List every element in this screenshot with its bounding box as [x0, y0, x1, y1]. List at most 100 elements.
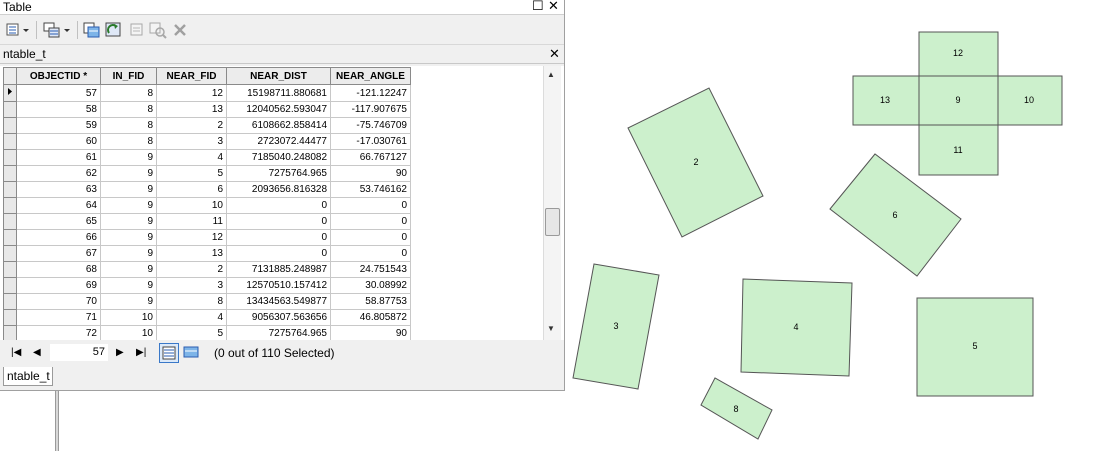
attribute-grid[interactable]: OBJECTID * IN_FID NEAR_FID NEAR_DIST NEA… — [0, 66, 564, 340]
table-cell[interactable]: 5 — [156, 165, 227, 182]
select-by-attributes-button[interactable] — [82, 21, 102, 39]
table-cell[interactable]: 9056307.563656 — [226, 309, 331, 326]
table-cell[interactable]: 0 — [330, 245, 411, 262]
table-cell[interactable]: 65 — [16, 213, 101, 230]
table-cell[interactable]: 60 — [16, 133, 101, 150]
table-cell[interactable]: 0 — [226, 197, 331, 214]
column-header[interactable]: NEAR_ANGLE — [330, 67, 411, 85]
table-cell[interactable]: 9 — [100, 149, 157, 166]
table-row[interactable]: 64 9 10 0 0 — [3, 197, 411, 214]
table-cell[interactable]: 7275764.965 — [226, 325, 331, 340]
table-cell[interactable]: 62 — [16, 165, 101, 182]
row-selector[interactable] — [3, 277, 17, 294]
table-cell[interactable]: 12570510.157412 — [226, 277, 331, 294]
table-cell[interactable]: 9 — [100, 261, 157, 278]
table-cell[interactable]: 68 — [16, 261, 101, 278]
table-cell[interactable]: 7131885.248987 — [226, 261, 331, 278]
table-cell[interactable]: 67 — [16, 245, 101, 262]
splitter-bar[interactable] — [55, 391, 59, 451]
table-cell[interactable]: 9 — [100, 165, 157, 182]
delete-selected-button[interactable] — [171, 21, 189, 39]
table-cell[interactable]: 0 — [330, 197, 411, 214]
last-record-icon[interactable]: ▶| — [136, 346, 146, 360]
table-cell[interactable]: 0 — [226, 229, 331, 246]
table-row[interactable]: 59 8 2 6108662.858414 -75.746709 — [3, 117, 411, 134]
table-cell[interactable]: 66 — [16, 229, 101, 246]
table-cell[interactable]: 12 — [156, 84, 227, 102]
scroll-up-icon[interactable]: ▲ — [547, 70, 555, 79]
table-cell[interactable]: 0 — [330, 229, 411, 246]
row-selector[interactable] — [3, 84, 17, 102]
table-cell[interactable]: 4 — [156, 309, 227, 326]
row-selector[interactable] — [3, 309, 17, 326]
table-cell[interactable]: 9 — [100, 245, 157, 262]
bottom-table-tab[interactable]: ntable_t — [3, 367, 53, 386]
row-selector[interactable] — [3, 165, 17, 182]
table-cell[interactable]: 63 — [16, 181, 101, 198]
show-all-records-button[interactable] — [159, 343, 179, 363]
table-cell[interactable]: 9 — [100, 197, 157, 214]
row-selector[interactable] — [3, 293, 17, 310]
table-cell[interactable]: 0 — [226, 245, 331, 262]
table-cell[interactable]: 9 — [100, 229, 157, 246]
table-row[interactable]: 70 9 8 13434563.549877 58.87753 — [3, 293, 411, 310]
table-cell[interactable]: 10 — [100, 309, 157, 326]
table-cell[interactable]: 13 — [156, 101, 227, 118]
restore-icon[interactable]: ☐ — [532, 0, 544, 13]
table-row[interactable]: 69 9 3 12570510.157412 30.08992 — [3, 277, 411, 294]
table-row[interactable]: 71 10 4 9056307.563656 46.805872 — [3, 309, 411, 326]
table-cell[interactable]: 9 — [100, 277, 157, 294]
table-cell[interactable]: 7185040.248082 — [226, 149, 331, 166]
table-cell[interactable]: 6108662.858414 — [226, 117, 331, 134]
scroll-down-icon[interactable]: ▼ — [547, 324, 555, 333]
row-selector[interactable] — [3, 325, 17, 340]
table-row[interactable]: 61 9 4 7185040.248082 66.767127 — [3, 149, 411, 166]
table-cell[interactable]: 7275764.965 — [226, 165, 331, 182]
table-cell[interactable]: 3 — [156, 133, 227, 150]
table-row[interactable]: 67 9 13 0 0 — [3, 245, 411, 262]
table-cell[interactable]: 10 — [156, 197, 227, 214]
table-row[interactable]: 57 8 12 15198711.880681 -121.12247 — [3, 84, 411, 102]
row-selector[interactable] — [3, 229, 17, 246]
table-cell[interactable]: 69 — [16, 277, 101, 294]
table-cell[interactable]: 24.751543 — [330, 261, 411, 278]
table-cell[interactable]: 5 — [156, 325, 227, 340]
table-cell[interactable]: 2 — [156, 261, 227, 278]
table-cell[interactable]: 2 — [156, 117, 227, 134]
table-cell[interactable]: 4 — [156, 149, 227, 166]
table-row[interactable]: 63 9 6 2093656.816328 53.746162 — [3, 181, 411, 198]
table-row[interactable]: 62 9 5 7275764.965 90 — [3, 165, 411, 182]
row-selector[interactable] — [3, 101, 17, 118]
row-selector[interactable] — [3, 117, 17, 134]
table-cell[interactable]: 58.87753 — [330, 293, 411, 310]
show-selected-records-button[interactable] — [182, 343, 202, 363]
column-header[interactable]: NEAR_FID — [156, 67, 227, 85]
table-cell[interactable]: 8 — [156, 293, 227, 310]
row-selector[interactable] — [3, 197, 17, 214]
table-cell[interactable]: 66.767127 — [330, 149, 411, 166]
table-cell[interactable]: 15198711.880681 — [226, 84, 331, 102]
table-cell[interactable]: 61 — [16, 149, 101, 166]
table-cell[interactable]: 53.746162 — [330, 181, 411, 198]
related-tables-button[interactable] — [42, 21, 72, 39]
table-cell[interactable]: 9 — [100, 181, 157, 198]
table-cell[interactable]: 64 — [16, 197, 101, 214]
column-header[interactable]: NEAR_DIST — [226, 67, 331, 85]
table-cell[interactable]: 72 — [16, 325, 101, 340]
scroll-thumb[interactable] — [545, 208, 560, 236]
close-tab-icon[interactable]: ✕ — [549, 45, 560, 62]
table-row[interactable]: 68 9 2 7131885.248987 24.751543 — [3, 261, 411, 278]
table-cell[interactable]: 90 — [330, 325, 411, 340]
row-selector[interactable] — [3, 245, 17, 262]
table-cell[interactable]: 90 — [330, 165, 411, 182]
table-cell[interactable]: 12040562.593047 — [226, 101, 331, 118]
table-cell[interactable]: 8 — [100, 117, 157, 134]
first-record-icon[interactable]: |◀ — [11, 346, 21, 360]
table-cell[interactable]: 10 — [100, 325, 157, 340]
row-selector[interactable] — [3, 213, 17, 230]
table-cell[interactable]: 3 — [156, 277, 227, 294]
close-icon[interactable]: ✕ — [548, 0, 559, 13]
table-cell[interactable]: 2723072.44477 — [226, 133, 331, 150]
table-cell[interactable]: 9 — [100, 213, 157, 230]
table-row[interactable]: 66 9 12 0 0 — [3, 229, 411, 246]
